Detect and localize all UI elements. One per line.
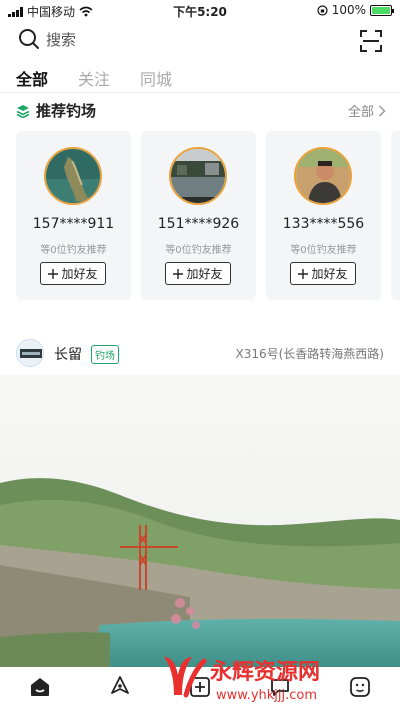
plus-icon xyxy=(298,268,309,279)
plus-icon xyxy=(173,268,184,279)
search-icon xyxy=(19,29,39,49)
status-bar: 中国移动 下午5:20 100% xyxy=(0,0,400,22)
recommend-card[interactable]: 157****911 等0位钓友推荐 加好友 xyxy=(16,131,131,300)
card-name: 157****911 xyxy=(32,216,115,232)
tab-local[interactable]: 同城 xyxy=(140,66,172,90)
watermark-url: www.yhkjjj.com xyxy=(216,688,317,703)
recommend-card[interactable]: 133****556 等0位钓友推荐 加好友 xyxy=(266,131,381,300)
card-name: 151****926 xyxy=(157,216,240,232)
explore-icon[interactable] xyxy=(108,675,132,699)
add-friend-label: 加好友 xyxy=(186,267,223,281)
see-all-label: 全部 xyxy=(347,105,374,120)
fishing-spot-icon xyxy=(16,104,30,118)
battery-percent: 100% xyxy=(331,3,366,17)
orientation-lock-icon xyxy=(317,4,328,16)
scan-icon[interactable] xyxy=(360,30,382,52)
card-subtitle: 等0位钓友推荐 xyxy=(165,245,232,256)
recommend-card-peek[interactable] xyxy=(391,131,400,300)
post-author[interactable]: 长留 xyxy=(54,344,82,364)
tab-following[interactable]: 关注 xyxy=(78,66,110,90)
post-location[interactable]: X316号(长香路转海燕西路) xyxy=(236,345,385,362)
search-placeholder: 搜索 xyxy=(46,30,77,49)
feed-tabs: 全部 关注 同城 xyxy=(16,66,172,90)
battery-icon xyxy=(370,4,394,16)
divider xyxy=(0,92,400,93)
post-photo[interactable] xyxy=(0,375,400,667)
post-tag: 钓场 xyxy=(91,345,119,364)
avatar xyxy=(169,147,227,205)
card-name: 133****556 xyxy=(282,216,365,232)
recommend-title: 推荐钓场 xyxy=(36,102,97,120)
card-subtitle: 等0位钓友推荐 xyxy=(290,245,357,256)
add-friend-label: 加好友 xyxy=(311,267,348,281)
tab-all[interactable]: 全部 xyxy=(16,66,48,90)
add-friend-button[interactable]: 加好友 xyxy=(290,262,356,285)
watermark-logo: 永辉资源网 www.yhkjjj.com xyxy=(164,657,320,703)
post-header[interactable]: 长留 钓场 X316号(长香路转海燕西路) xyxy=(16,338,386,368)
add-friend-button[interactable]: 加好友 xyxy=(40,262,106,285)
chevron-right-icon xyxy=(378,104,386,117)
recommend-header: 推荐钓场 xyxy=(16,100,96,121)
plus-icon xyxy=(48,268,59,279)
home-icon[interactable] xyxy=(28,675,52,699)
post-avatar[interactable] xyxy=(16,339,44,367)
card-subtitle: 等0位钓友推荐 xyxy=(40,245,107,256)
recommend-cards: 157****911 等0位钓友推荐 加好友 151****926 等0位钓友推… xyxy=(16,131,400,300)
watermark-brand: 永辉资源网 xyxy=(210,659,320,685)
status-right: 100% xyxy=(317,3,394,17)
search-bar[interactable]: 搜索 xyxy=(18,28,76,50)
add-friend-button[interactable]: 加好友 xyxy=(165,262,231,285)
add-friend-label: 加好友 xyxy=(61,267,98,281)
avatar xyxy=(44,147,102,205)
avatar xyxy=(294,147,352,205)
recommend-see-all[interactable]: 全部 xyxy=(348,101,386,120)
recommend-card[interactable]: 151****926 等0位钓友推荐 加好友 xyxy=(141,131,256,300)
